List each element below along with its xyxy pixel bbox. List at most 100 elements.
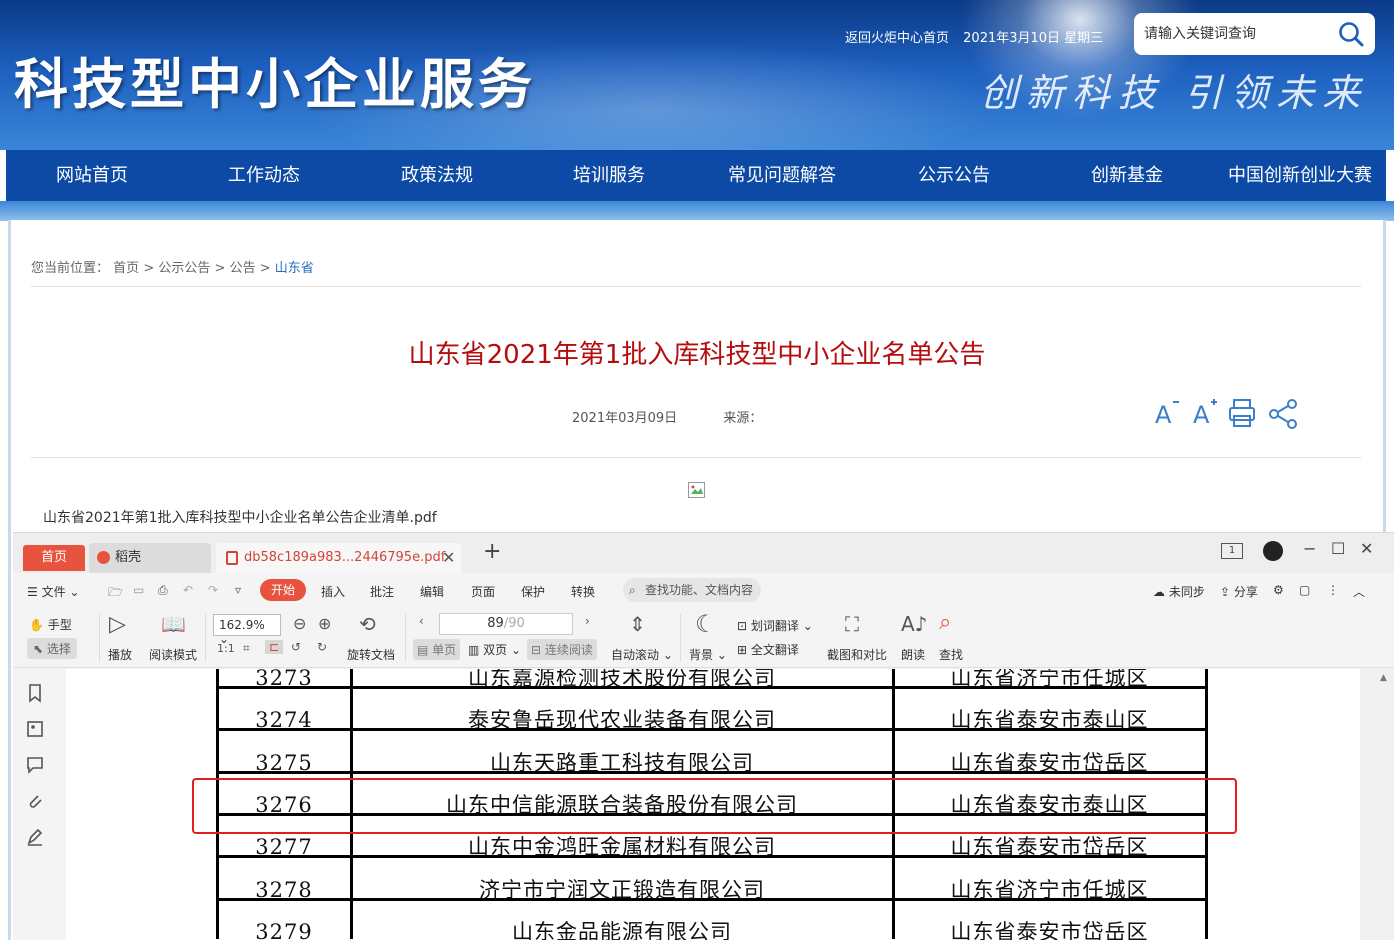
fit-width-icon[interactable]: ⊏ — [265, 640, 284, 654]
read-mode-icon[interactable]: 📖 — [161, 612, 186, 636]
menu-file[interactable]: ☰ 文件 ⌄ — [27, 583, 79, 600]
collapse-icon[interactable]: ︿ — [1353, 583, 1365, 600]
scroll-up-icon[interactable]: ▲ — [1380, 673, 1387, 683]
tab-pdf-document[interactable]: db58c189a983...2446795e.pdf ✕ — [216, 543, 461, 573]
row-number: 3279 — [255, 919, 313, 940]
search-icon[interactable] — [1337, 20, 1365, 48]
menu-protect[interactable]: 保护 — [521, 583, 545, 600]
fit-page-icon[interactable]: ⌗ — [243, 641, 250, 656]
comment-icon[interactable]: ▢ — [1299, 583, 1310, 597]
continuous-read-button[interactable]: ⊟ 连续阅读 — [527, 639, 597, 660]
rotate-right-icon[interactable]: ↻ — [317, 640, 327, 654]
dropdown-icon[interactable]: ▿ — [235, 583, 241, 597]
scrollbar[interactable]: ▲ — [1360, 669, 1394, 940]
background-icon[interactable]: ☾ — [695, 610, 717, 638]
company-region: 山东省济宁市任城区 — [950, 669, 1149, 690]
tab-docer[interactable]: 稻壳 — [89, 543, 211, 573]
nav-faq[interactable]: 常见问题解答 — [712, 150, 852, 201]
print-icon[interactable] — [1229, 399, 1255, 427]
select-tool[interactable]: ⬉ 选择 — [27, 638, 77, 659]
single-page-button[interactable]: ▤ 单页 — [413, 639, 461, 660]
double-page-button[interactable]: ▥ 双页 ⌄ — [468, 641, 521, 658]
menu-page[interactable]: 页面 — [471, 583, 495, 600]
breadcrumb-announcements[interactable]: 公示公告 — [158, 261, 210, 276]
nav-policy[interactable]: 政策法规 — [371, 150, 503, 201]
auto-scroll-button[interactable]: 自动滚动 ⌄ — [611, 646, 673, 663]
menu-insert[interactable]: 插入 — [321, 583, 345, 600]
full-translate-button[interactable]: ⊞ 全文翻译 — [737, 641, 799, 658]
menu-annotate[interactable]: 批注 — [370, 583, 394, 600]
nav-home[interactable]: 网站首页 — [26, 150, 158, 201]
find-button[interactable]: 查找 — [939, 646, 963, 663]
divider — [31, 286, 1361, 287]
read-mode-button[interactable]: 阅读模式 — [149, 646, 197, 663]
search-input[interactable] — [1144, 22, 1334, 46]
pdf-file-icon — [226, 551, 238, 565]
breadcrumb-current[interactable]: 山东省 — [275, 261, 314, 276]
minimize-icon[interactable]: − — [1303, 539, 1316, 558]
function-search[interactable]: ⌕ 查找功能、文档内容 — [623, 578, 761, 602]
attachment-link[interactable]: 山东省2021年第1批入库科技型中小企业名单公告企业清单.pdf — [43, 507, 437, 527]
company-region: 山东省济宁市任城区 — [950, 877, 1149, 902]
nav-innovation-fund[interactable]: 创新基金 — [1061, 150, 1193, 201]
nav-work-news[interactable]: 工作动态 — [198, 150, 330, 201]
font-increase-icon[interactable]: A — [1193, 399, 1217, 429]
bookmark-icon[interactable] — [25, 683, 45, 703]
maximize-icon[interactable]: ☐ — [1331, 539, 1345, 558]
open-icon[interactable]: 🗁 — [108, 583, 123, 604]
nav-training[interactable]: 培训服务 — [543, 150, 675, 201]
thumbnail-icon[interactable] — [25, 719, 45, 739]
zoom-out-icon[interactable]: ⊖ — [293, 614, 306, 633]
rotate-document-button[interactable]: 旋转文档 — [347, 646, 395, 663]
rotate-left-icon[interactable]: ↺ — [291, 640, 301, 654]
table-border — [217, 855, 1208, 859]
save-icon[interactable]: ▭ — [133, 583, 144, 597]
close-window-icon[interactable]: ✕ — [1360, 539, 1373, 558]
breadcrumb-notice[interactable]: 公告 — [230, 261, 256, 276]
screenshot-compare-button[interactable]: 截图和对比 — [827, 646, 887, 663]
new-tab-icon[interactable]: + — [483, 539, 501, 564]
find-icon[interactable]: ⌕ — [939, 610, 951, 635]
comment-icon[interactable] — [25, 755, 45, 775]
tab-home[interactable]: 首页 — [23, 545, 85, 571]
window-count-icon[interactable]: 1 — [1221, 543, 1243, 559]
print-icon[interactable]: ⎙ — [158, 583, 168, 598]
menu-start[interactable]: 开始 — [260, 579, 306, 601]
auto-scroll-icon[interactable]: ⇕ — [629, 612, 646, 636]
share-button[interactable]: ⇪ 分享 — [1220, 583, 1258, 600]
menu-convert[interactable]: 转换 — [571, 583, 595, 600]
word-translate-button[interactable]: ⊡ 划词翻译 ⌄ — [737, 617, 813, 634]
pdf-reader-window: 首页 稻壳 db58c189a983...2446795e.pdf ✕ + 1 … — [13, 532, 1394, 940]
site-header: 科技型中小企业服务 创新科技 引领未来 返回火炬中心首页 2021年3月10日 … — [0, 0, 1394, 150]
next-page-icon[interactable]: › — [585, 614, 590, 628]
settings-icon[interactable]: ⚙ — [1273, 583, 1284, 597]
actual-size-icon[interactable]: 1:1 — [217, 642, 235, 655]
close-tab-icon[interactable]: ✕ — [442, 543, 455, 573]
hand-tool[interactable]: ✋ 手型 — [29, 616, 72, 633]
read-aloud-icon[interactable]: A♪ — [901, 612, 927, 636]
more-icon[interactable]: ⋮ — [1327, 583, 1339, 597]
attachment-icon[interactable] — [25, 791, 45, 811]
sync-status[interactable]: ☁ 未同步 — [1153, 583, 1205, 600]
share-icon[interactable] — [1269, 399, 1297, 429]
home-link[interactable]: 返回火炬中心首页 — [845, 31, 949, 46]
font-decrease-icon[interactable]: A — [1155, 401, 1179, 429]
zoom-in-icon[interactable]: ⊕ — [318, 614, 331, 633]
undo-icon[interactable]: ↶ — [183, 583, 193, 597]
menu-edit[interactable]: 编辑 — [420, 583, 444, 600]
play-icon[interactable]: ▷ — [109, 612, 126, 637]
background-button[interactable]: 背景 ⌄ — [689, 646, 727, 663]
zoom-select[interactable]: 162.9% ⌄ — [213, 614, 281, 646]
read-aloud-button[interactable]: 朗读 — [901, 646, 925, 663]
signature-icon[interactable] — [25, 827, 45, 847]
nav-competition[interactable]: 中国创新创业大赛 — [1220, 150, 1380, 201]
screenshot-compare-icon[interactable]: ⛶ — [845, 612, 859, 636]
rotate-document-icon[interactable]: ⟲ — [359, 612, 376, 636]
page-input[interactable]: 89/90 — [439, 613, 573, 635]
nav-announcements[interactable]: 公示公告 — [888, 150, 1020, 201]
avatar[interactable] — [1263, 541, 1283, 561]
redo-icon[interactable]: ↷ — [208, 583, 218, 597]
play-button[interactable]: 播放 — [108, 646, 132, 663]
prev-page-icon[interactable]: ‹ — [419, 614, 424, 628]
breadcrumb-home[interactable]: 首页 — [113, 261, 139, 276]
